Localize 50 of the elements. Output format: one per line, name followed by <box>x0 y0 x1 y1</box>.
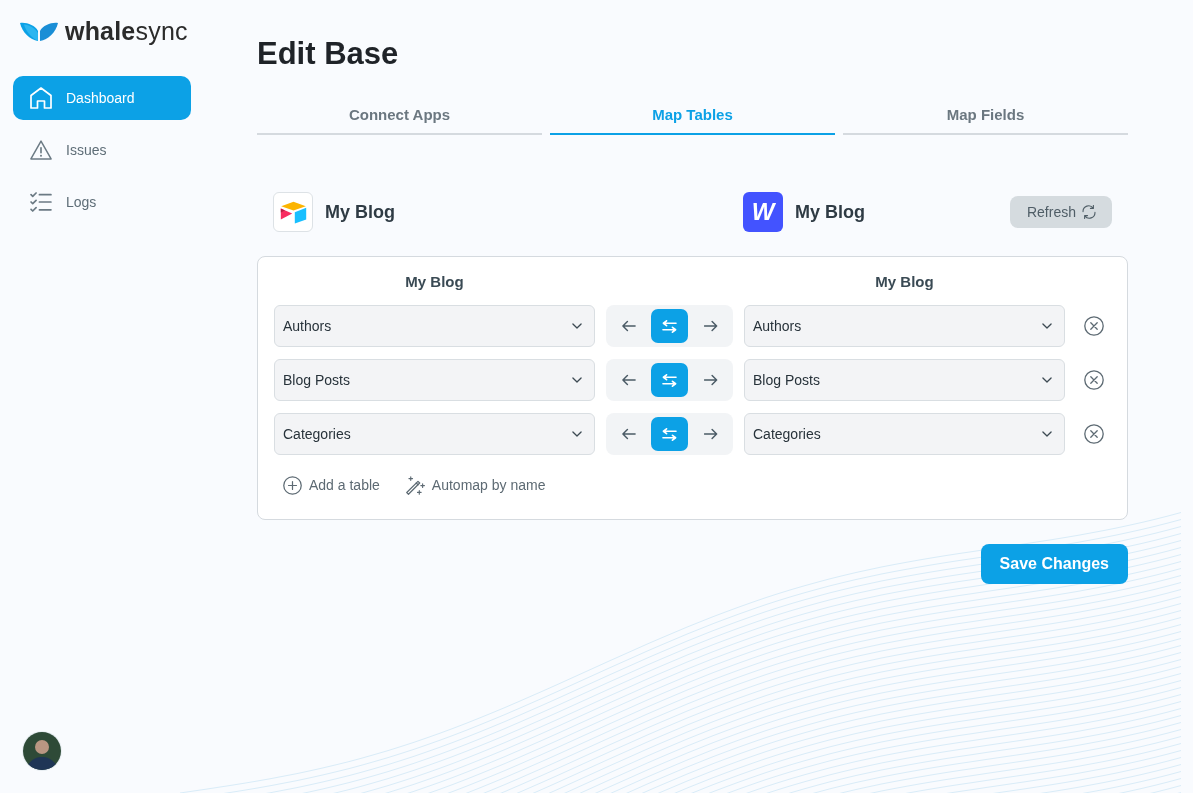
chevron-down-icon <box>1042 377 1052 383</box>
tail-logo-icon <box>20 21 58 41</box>
chevron-down-icon <box>1042 323 1052 329</box>
arrow-left-icon <box>621 320 636 332</box>
table-select[interactable]: Authors <box>274 305 595 347</box>
sync-direction-button[interactable] <box>651 363 688 397</box>
swap-arrows-icon <box>662 373 677 387</box>
automap-button[interactable]: Automap by name <box>405 475 546 495</box>
step-tab[interactable]: Map Fields <box>843 105 1128 135</box>
add-table-button[interactable]: Add a table <box>283 475 380 495</box>
user-avatar-icon[interactable] <box>22 731 62 771</box>
remove-icon[interactable] <box>1083 424 1104 444</box>
app-logo: W <box>743 192 783 232</box>
remove-icon[interactable] <box>1083 316 1104 336</box>
arrow-right-icon <box>703 320 718 332</box>
remove-icon[interactable] <box>1083 370 1104 390</box>
column-header: My Blog <box>405 272 464 292</box>
swap-arrows-icon <box>662 427 677 441</box>
plus-circle-icon <box>283 475 302 495</box>
table-select[interactable]: Blog Posts <box>744 359 1065 401</box>
arrow-right-icon <box>703 428 718 440</box>
arrow-right-icon <box>703 374 718 386</box>
chevron-down-icon <box>572 431 582 437</box>
swap-arrows-icon <box>662 319 677 333</box>
chevron-down-icon <box>1042 431 1052 437</box>
chevron-down-icon <box>572 323 582 329</box>
sync-direction-button[interactable] <box>651 417 688 451</box>
table-select[interactable]: Authors <box>744 305 1065 347</box>
magic-wand-icon <box>405 475 425 495</box>
table-select[interactable]: Blog Posts <box>274 359 595 401</box>
refresh-button[interactable]: Refresh <box>1009 196 1112 228</box>
refresh-icon <box>1082 205 1096 219</box>
cube-logo-icon <box>273 192 313 232</box>
step-tab[interactable]: Connect Apps <box>257 105 542 135</box>
sidebar-nav-item[interactable]: Issues <box>13 128 191 172</box>
warning-icon <box>30 139 52 161</box>
table-select[interactable]: Categories <box>274 413 595 455</box>
checklist-icon <box>30 191 52 213</box>
logo-wordmark: whalesync <box>65 18 188 44</box>
arrow-left-icon <box>621 428 636 440</box>
sync-direction-button[interactable] <box>651 309 688 343</box>
arrow-left-icon <box>621 374 636 386</box>
chevron-down-icon <box>572 377 582 383</box>
app-name: My Blog <box>795 201 865 223</box>
app-name: My Blog <box>325 201 395 223</box>
page-title: Edit Base <box>257 36 400 72</box>
home-icon <box>30 87 52 109</box>
table-select[interactable]: Categories <box>744 413 1065 455</box>
sidebar-nav-item[interactable]: Logs <box>13 180 191 224</box>
column-header: My Blog <box>875 272 934 292</box>
